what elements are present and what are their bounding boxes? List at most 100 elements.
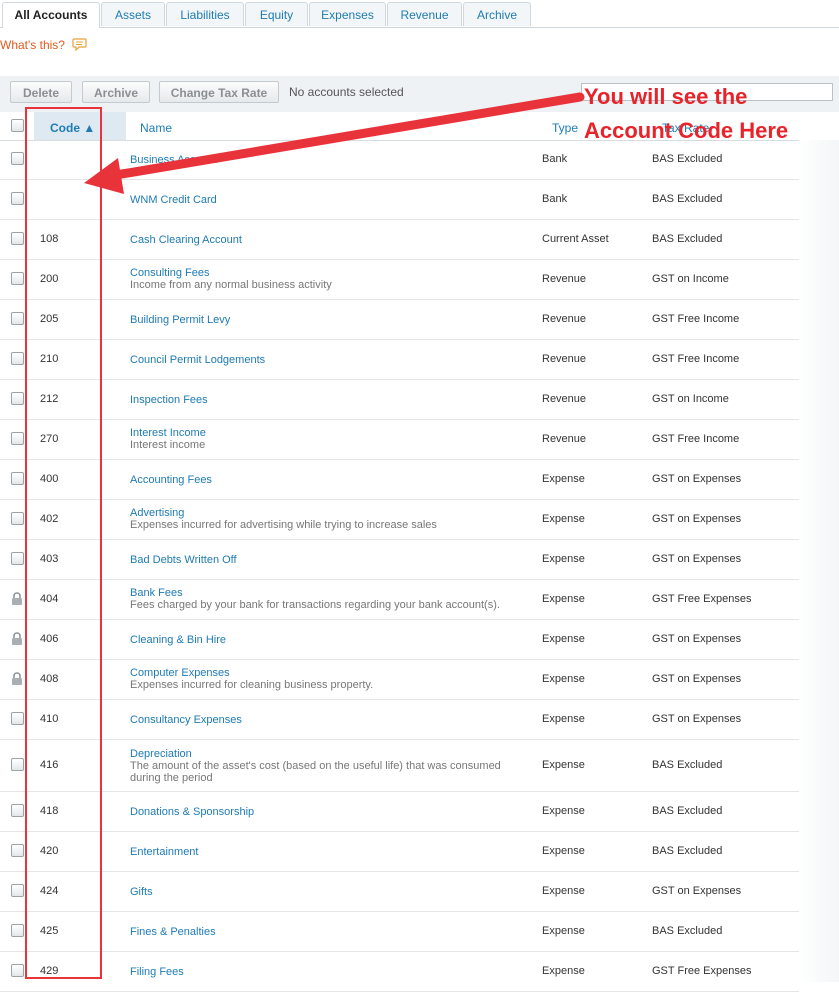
account-name-link[interactable]: Cleaning & Bin Hire [130,634,226,646]
table-row[interactable]: 420 Entertainment Expense BAS Excluded [0,832,799,872]
account-name-link[interactable]: Cash Clearing Account [130,234,242,246]
tab-equity[interactable]: Equity [245,2,308,26]
tab-all-accounts[interactable]: All Accounts [2,2,100,28]
table-row[interactable]: 418 Donations & Sponsorship Expense BAS Exc… [0,792,799,832]
account-tax-rate: GST on Income [652,393,729,405]
tab-archive[interactable]: Archive [463,2,531,26]
account-name-link[interactable]: Gifts [130,886,153,898]
delete-button[interactable]: Delete [10,81,72,103]
account-name-link[interactable]: Bank Fees [130,587,183,599]
account-name-link[interactable]: Building Permit Levy [130,314,230,326]
table-row[interactable]: 408 Computer Expenses Expenses incurred fo… [0,660,799,700]
select-all-checkbox[interactable] [11,119,24,132]
tab-assets[interactable]: Assets [101,2,165,26]
row-checkbox[interactable] [11,804,24,817]
row-checkbox[interactable] [11,152,24,165]
table-row[interactable]: 424 Gifts Expense GST on Expenses [0,872,799,912]
table-row[interactable]: 410 Consultancy Expenses Expense GST on Exp… [0,700,799,740]
account-tax-rate: GST on Expenses [652,885,742,897]
account-tax-rate: GST on Expenses [652,513,742,525]
account-name-link[interactable]: WNM Credit Card [130,194,217,206]
account-tax-rate: GST Free Income [652,313,740,325]
account-tax-rate: GST on Income [652,273,729,285]
whats-this-link[interactable]: What's this? [0,38,87,54]
account-name-link[interactable]: Bad Debts Written Off [130,554,237,566]
table-row[interactable]: 212 Inspection Fees Revenue GST on Income [0,380,799,420]
account-name-link[interactable]: Interest Income [130,427,206,439]
table-row[interactable]: 108 Cash Clearing Account Current Asset BAS… [0,220,799,260]
account-name-link[interactable]: Accounting Fees [130,474,212,486]
table-row[interactable]: 403 Bad Debts Written Off Expense GST on Ex… [0,540,799,580]
account-name-link[interactable]: Donations & Sponsorship [130,806,254,818]
tabs-baseline [0,27,839,28]
table-row[interactable]: 205 Building Permit Levy Revenue GST Free I… [0,300,799,340]
row-checkbox[interactable] [11,232,24,245]
header-type[interactable]: Type [552,121,578,135]
table-row[interactable]: 406 Cleaning & Bin Hire Expense GST on Expe… [0,620,799,660]
row-checkbox[interactable] [11,844,24,857]
table-row[interactable]: 404 Bank Fees Fees charged by your bank fo… [0,580,799,620]
row-checkbox[interactable] [11,272,24,285]
account-code: 425 [40,925,59,937]
row-checkbox[interactable] [11,352,24,365]
table-row[interactable]: WNM Credit Card Bank BAS Excluded [0,180,799,220]
row-checkbox[interactable] [11,884,24,897]
account-name-link[interactable]: Inspection Fees [130,394,208,406]
tab-revenue[interactable]: Revenue [387,2,462,26]
account-type: Expense [542,885,585,897]
account-code: 429 [40,965,59,977]
account-name-link[interactable]: Consulting Fees [130,267,210,279]
tab-liabilities[interactable]: Liabilities [166,2,244,26]
account-name-link[interactable]: Business Account [130,154,217,166]
account-name-link[interactable]: Consultancy Expenses [130,714,242,726]
account-name-link[interactable]: Filing Fees [130,966,184,978]
change-tax-rate-button[interactable]: Change Tax Rate [159,81,279,103]
account-name-link[interactable]: Advertising [130,507,184,519]
speech-bubble-icon [72,38,87,54]
account-name-link[interactable]: Entertainment [130,846,198,858]
account-code: 400 [40,473,59,485]
row-checkbox[interactable] [11,472,24,485]
table-row[interactable]: 270 Interest Income Interest income Revenue… [0,420,799,460]
row-checkbox[interactable] [11,312,24,325]
account-code: 406 [40,633,59,645]
annotation-line-2: Account Code Here [584,118,789,143]
annotation-callout: You will see the Account Code Here [584,80,834,148]
account-tax-rate: BAS Excluded [652,759,723,771]
account-name-link[interactable]: Council Permit Lodgements [130,354,265,366]
row-checkbox[interactable] [11,552,24,565]
account-tax-rate: GST Free Expenses [652,965,752,977]
header-code[interactable]: Code ▲ [50,121,95,135]
account-name-link[interactable]: Computer Expenses [130,667,230,679]
row-checkbox[interactable] [11,512,24,525]
archive-button[interactable]: Archive [82,81,150,103]
table-row[interactable]: 429 Filing Fees Expense GST Free Expenses [0,952,799,992]
account-code: 416 [40,759,59,771]
account-code: 402 [40,513,59,525]
table-row[interactable]: 200 Consulting Fees Income from any normal… [0,260,799,300]
row-checkbox[interactable] [11,758,24,771]
table-row[interactable]: 210 Council Permit Lodgements Revenue GST F… [0,340,799,380]
row-checkbox[interactable] [11,392,24,405]
account-name-link[interactable]: Depreciation [130,748,192,760]
table-row[interactable]: 416 Depreciation The amount of the asset's… [0,740,799,792]
account-type: Bank [542,153,568,165]
account-name-link[interactable]: Fines & Penalties [130,926,216,938]
table-row[interactable]: 402 Advertising Expenses incurred for adve… [0,500,799,540]
tab-expenses[interactable]: Expenses [309,2,386,26]
row-checkbox[interactable] [11,192,24,205]
row-checkbox[interactable] [11,964,24,977]
account-code: 205 [40,313,59,325]
account-type: Expense [542,965,585,977]
account-type: Expense [542,925,585,937]
header-name[interactable]: Name [140,121,172,135]
lock-icon [10,592,24,606]
table-row[interactable]: 400 Accounting Fees Expense GST on Expenses [0,460,799,500]
row-checkbox[interactable] [11,924,24,937]
annotation-line-1: You will see the [584,84,748,109]
row-checkbox[interactable] [11,432,24,445]
table-row[interactable]: 425 Fines & Penalties Expense BAS Excluded [0,912,799,952]
row-checkbox[interactable] [11,712,24,725]
account-code: 200 [40,273,59,285]
account-code: 403 [40,553,59,565]
